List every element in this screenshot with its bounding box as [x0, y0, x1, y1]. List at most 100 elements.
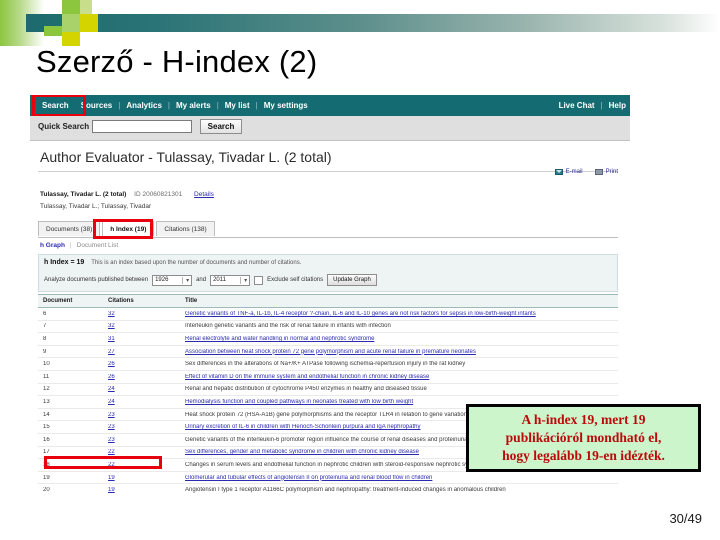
cell-title[interactable]: Sex differences in the alterations of Na… — [180, 361, 618, 367]
document-title-link[interactable]: Renal electrolyte and water handling in … — [185, 336, 374, 342]
page-title: Szerző - H-index (2) — [36, 44, 318, 79]
citations-link[interactable]: 23 — [108, 437, 115, 443]
cell-document: 14 — [43, 411, 50, 418]
table-row: 7 32 Interleukin genetic variants and the … — [38, 321, 618, 334]
cell-title[interactable]: Association between heat shock protein 7… — [180, 349, 618, 355]
app-nav-bar: Search Sources | Analytics | My alerts |… — [30, 95, 630, 117]
cell-citations[interactable]: 23 — [103, 437, 180, 443]
tab-citations[interactable]: Citations (138) — [156, 221, 215, 236]
cell-citations[interactable]: 23 — [103, 424, 180, 430]
decor-square-3 — [62, 14, 80, 32]
cell-citations[interactable]: 23 — [103, 412, 180, 418]
cell-document: 16 — [43, 436, 50, 443]
year-to-select[interactable]: 2011 ▾ — [210, 274, 251, 286]
print-action[interactable]: Print — [594, 169, 618, 175]
author-summary-line: Tulassay, Tivadar L. (2 total) ID 200608… — [40, 191, 214, 198]
cell-title[interactable]: Angiotensin I type 1 receptor A1166C pol… — [180, 487, 618, 493]
update-graph-button[interactable]: Update Graph — [327, 274, 377, 286]
cell-citations[interactable]: 24 — [103, 386, 180, 392]
cell-citations[interactable]: 32 — [103, 311, 180, 317]
citations-link[interactable]: 32 — [108, 323, 115, 329]
cell-citations[interactable]: 24 — [103, 399, 180, 405]
exclude-self-citations-label: Exclude self citations — [267, 277, 324, 283]
document-title-link[interactable]: Genetic variants of TNF-a, IL-1b, IL-4 r… — [185, 311, 536, 317]
chevron-down-icon: ▾ — [240, 276, 247, 284]
quick-search-label: Quick Search — [38, 122, 90, 131]
tab-documents[interactable]: Documents (38) — [38, 221, 101, 236]
cell-document: 8 — [43, 335, 47, 342]
cell-title[interactable]: Effect of vitamin D on the immune system… — [180, 374, 618, 380]
document-title-link[interactable]: Effect of vitamin D on the immune system… — [185, 374, 429, 380]
nav-item-help[interactable]: Help — [603, 95, 630, 116]
citations-link[interactable]: 22 — [108, 462, 115, 468]
quick-search-button[interactable]: Search — [200, 119, 242, 134]
cell-citations[interactable]: 19 — [103, 487, 180, 493]
year-to-value: 2011 — [213, 277, 226, 283]
cell-title[interactable]: Genetic variants of TNF-a, IL-1b, IL-4 r… — [180, 311, 618, 317]
citations-link[interactable]: 24 — [108, 386, 115, 392]
cell-citations[interactable]: 32 — [103, 323, 180, 329]
cell-citations[interactable]: 22 — [103, 449, 180, 455]
annotation-callout-box: A h-index 19, mert 19 publikációról mond… — [466, 404, 701, 472]
year-filter-row: Analyze documents published between 1926… — [44, 274, 377, 286]
nav-item-my-list[interactable]: My list — [219, 95, 256, 116]
document-title-link[interactable]: Renal and hepatic distribution of cytoch… — [185, 386, 427, 392]
column-header-title: Title — [185, 298, 198, 304]
cell-citations[interactable]: 31 — [103, 336, 180, 342]
citations-link[interactable]: 26 — [108, 374, 115, 380]
citations-link[interactable]: 24 — [108, 399, 115, 405]
cell-citations[interactable]: 22 — [103, 462, 180, 468]
document-title-link[interactable]: Sex differences, gender and metabolic sy… — [185, 449, 419, 455]
document-title-link[interactable]: Association between heat shock protein 7… — [185, 349, 476, 355]
cell-citations[interactable]: 26 — [103, 361, 180, 367]
document-title-link[interactable]: Angiotensin I type 1 receptor A1166C pol… — [185, 487, 506, 493]
document-title-link[interactable]: Changes in serum levels and endothelial … — [185, 462, 489, 468]
exclude-self-citations-checkbox[interactable] — [254, 275, 264, 285]
citations-link[interactable]: 26 — [108, 361, 115, 367]
email-action[interactable]: E-mail — [554, 169, 583, 175]
slide-decoration — [0, 0, 720, 46]
tab-h-index[interactable]: h Index (19) — [102, 221, 155, 236]
citations-link[interactable]: 31 — [108, 336, 115, 342]
callout-line-1: A h-index 19, mert 19 — [521, 412, 646, 428]
cell-title[interactable]: Interleukin genetic variants and the ris… — [180, 323, 618, 329]
quick-search-input[interactable] — [92, 120, 192, 133]
app-nav-items: Search Sources | Analytics | My alerts |… — [36, 95, 314, 116]
citations-link[interactable]: 23 — [108, 412, 115, 418]
h-index-description: This is an index based upon the number o… — [91, 260, 302, 266]
document-title-link[interactable]: Urinary excretion of IL-6 in children wi… — [185, 424, 420, 430]
document-title-link[interactable]: Glomerular and tubular effects of angiot… — [185, 475, 432, 481]
citations-link[interactable]: 19 — [108, 475, 115, 481]
citations-link[interactable]: 27 — [108, 349, 115, 355]
citations-link[interactable]: 22 — [108, 449, 115, 455]
nav-item-sources[interactable]: Sources — [75, 95, 119, 116]
year-filter-mid: and — [196, 277, 207, 283]
author-name-variants: Tulassay, Tivadar L.; Tulassay, Tivadar — [40, 203, 152, 210]
document-title-link[interactable]: Hemodialysis function and coupled pathwa… — [185, 399, 413, 405]
subtab-h-graph[interactable]: h Graph — [40, 242, 65, 249]
year-from-select[interactable]: 1926 ▾ — [152, 274, 193, 286]
citations-link[interactable]: 19 — [108, 487, 115, 493]
cell-title[interactable]: Renal and hepatic distribution of cytoch… — [180, 386, 618, 392]
chevron-down-icon: ▾ — [182, 276, 189, 284]
cell-citations[interactable]: 26 — [103, 374, 180, 380]
subtab-document-list[interactable]: Document List — [77, 242, 119, 249]
nav-item-analytics[interactable]: Analytics — [120, 95, 168, 116]
cell-citations[interactable]: 19 — [103, 475, 180, 481]
nav-item-my-settings[interactable]: My settings — [258, 95, 314, 116]
h-index-panel: h Index = 19 This is an index based upon… — [38, 254, 618, 292]
citations-link[interactable]: 32 — [108, 311, 115, 317]
document-title-link[interactable]: Sex differences in the alterations of Na… — [185, 361, 465, 367]
document-title-link[interactable]: Interleukin genetic variants and the ris… — [185, 323, 391, 329]
author-details-link[interactable]: Details — [194, 191, 214, 198]
print-label: Print — [605, 169, 618, 175]
nav-item-my-alerts[interactable]: My alerts — [170, 95, 217, 116]
table-row: 11 26 Effect of vitamin D on the immune sy… — [38, 371, 618, 384]
citations-link[interactable]: 23 — [108, 424, 115, 430]
author-name: Tulassay, Tivadar L. (2 total) — [40, 191, 127, 198]
cell-title[interactable]: Glomerular and tubular effects of angiot… — [180, 475, 618, 481]
cell-title[interactable]: Renal electrolyte and water handling in … — [180, 336, 618, 342]
cell-citations[interactable]: 27 — [103, 349, 180, 355]
nav-item-live-chat[interactable]: Live Chat — [553, 95, 601, 116]
nav-item-search[interactable]: Search — [36, 95, 75, 116]
